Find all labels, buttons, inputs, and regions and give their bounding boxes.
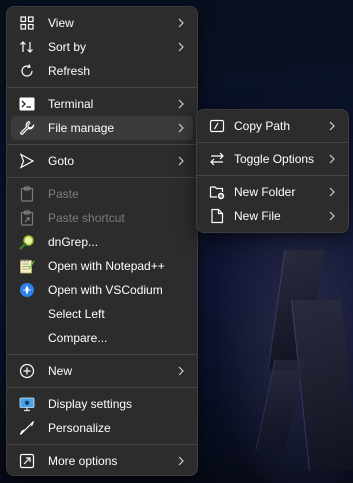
- wallpaper-shard: [291, 300, 353, 470]
- menu-item-dngrep[interactable]: dnGrep...: [11, 230, 193, 254]
- menu-item-view[interactable]: View: [11, 11, 193, 35]
- copy-path-icon: [209, 118, 225, 134]
- terminal-icon: [19, 96, 35, 112]
- context-menu: View Sort by Refresh Terminal File manag…: [6, 6, 198, 476]
- clipboard-shortcut-icon: [19, 210, 35, 226]
- menu-item-select-left[interactable]: Select Left: [11, 302, 193, 326]
- menu-item-open-with-vscodium[interactable]: Open with VSCodium: [11, 278, 193, 302]
- swap-arrows-icon: [209, 151, 225, 167]
- menu-separator: [7, 387, 197, 388]
- menu-item-label: Open with Notepad++: [48, 259, 165, 273]
- menu-item-label: Select Left: [48, 307, 105, 321]
- sort-arrows-icon: [19, 39, 35, 55]
- menu-separator: [7, 87, 197, 88]
- menu-item-label: Terminal: [48, 97, 94, 111]
- menu-item-label: More options: [48, 454, 118, 468]
- submenu-item-label: Copy Path: [234, 119, 291, 133]
- submenu-item-label: New Folder: [234, 185, 296, 199]
- chevron-right-icon: [177, 97, 185, 111]
- chevron-right-icon: [328, 152, 336, 166]
- chevron-right-icon: [328, 119, 336, 133]
- menu-item-label: Personalize: [48, 421, 111, 435]
- menu-item-label: Compare...: [48, 331, 108, 345]
- menu-separator: [7, 444, 197, 445]
- chevron-right-icon: [177, 454, 185, 468]
- menu-separator: [7, 354, 197, 355]
- menu-item-refresh[interactable]: Refresh: [11, 59, 193, 83]
- menu-item-label: Paste shortcut: [48, 211, 125, 225]
- menu-item-goto[interactable]: Goto: [11, 149, 193, 173]
- menu-item-new[interactable]: New: [11, 359, 193, 383]
- clipboard-icon: [19, 186, 35, 202]
- menu-item-label: Sort by: [48, 40, 87, 54]
- wallpaper-shard: [255, 360, 305, 450]
- menu-item-label: File manage: [48, 121, 115, 135]
- chevron-right-icon: [177, 40, 185, 54]
- menu-item-more-options[interactable]: More options: [11, 449, 193, 473]
- menu-item-open-with-notepadpp[interactable]: Open with Notepad++: [11, 254, 193, 278]
- menu-item-label: dnGrep...: [48, 235, 99, 249]
- menu-item-label: Paste: [48, 187, 79, 201]
- expand-icon: [19, 453, 35, 469]
- menu-item-paste[interactable]: Paste: [11, 182, 193, 206]
- chevron-right-icon: [177, 364, 185, 378]
- new-file-icon: [209, 208, 225, 224]
- vscodium-icon: [19, 282, 35, 298]
- menu-item-compare[interactable]: Compare...: [11, 326, 193, 350]
- monitor-icon: [19, 396, 35, 412]
- menu-item-label: Open with VSCodium: [48, 283, 163, 297]
- submenu-item-label: New File: [234, 209, 281, 223]
- submenu-item-new-file[interactable]: New File: [201, 204, 344, 228]
- cursor-arrow-icon: [19, 153, 35, 169]
- plus-circle-icon: [19, 363, 35, 379]
- new-folder-icon: [209, 184, 225, 200]
- brush-icon: [19, 420, 35, 436]
- file-manage-submenu: Copy Path Toggle Options New Folder New …: [196, 109, 349, 233]
- menu-item-personalize[interactable]: Personalize: [11, 416, 193, 440]
- menu-item-label: Goto: [48, 154, 75, 168]
- submenu-item-copy-path[interactable]: Copy Path: [201, 114, 344, 138]
- submenu-item-label: Toggle Options: [234, 152, 315, 166]
- magnifier-icon: [19, 234, 35, 250]
- notepad-plus-plus-icon: [19, 258, 35, 274]
- menu-separator: [197, 175, 348, 176]
- chevron-right-icon: [177, 154, 185, 168]
- menu-item-label: New: [48, 364, 73, 378]
- chevron-right-icon: [177, 16, 185, 30]
- submenu-item-new-folder[interactable]: New Folder: [201, 180, 344, 204]
- chevron-right-icon: [328, 209, 336, 223]
- menu-separator: [197, 142, 348, 143]
- menu-separator: [7, 144, 197, 145]
- menu-item-terminal[interactable]: Terminal: [11, 92, 193, 116]
- chevron-right-icon: [328, 185, 336, 199]
- menu-separator: [7, 177, 197, 178]
- menu-item-label: View: [48, 16, 74, 30]
- submenu-item-toggle-options[interactable]: Toggle Options: [201, 147, 344, 171]
- grid-icon: [19, 15, 35, 31]
- wrench-icon: [19, 120, 35, 136]
- menu-item-label: Refresh: [48, 64, 91, 78]
- menu-item-label: Display settings: [48, 397, 133, 411]
- refresh-icon: [19, 63, 35, 79]
- menu-item-file-manage[interactable]: File manage: [11, 116, 193, 140]
- chevron-right-icon: [177, 121, 185, 135]
- menu-item-sort-by[interactable]: Sort by: [11, 35, 193, 59]
- menu-item-paste-shortcut[interactable]: Paste shortcut: [11, 206, 193, 230]
- menu-item-display-settings[interactable]: Display settings: [11, 392, 193, 416]
